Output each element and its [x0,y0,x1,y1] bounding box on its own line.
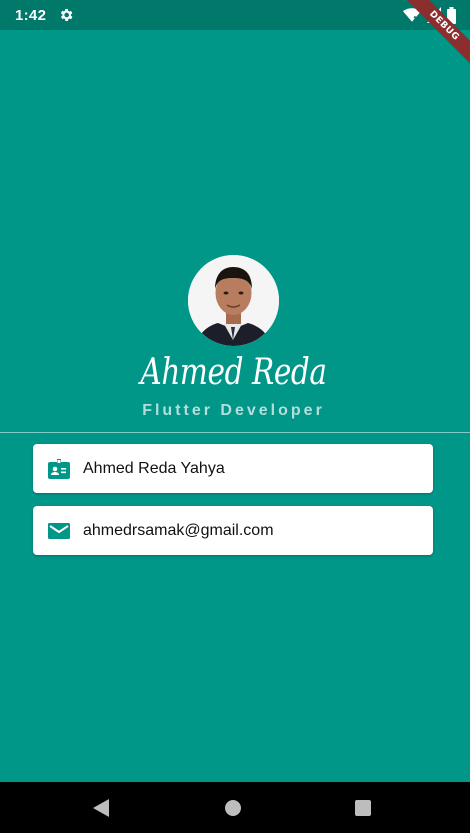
navigation-bar [0,782,470,833]
avatar [188,255,279,346]
back-icon[interactable] [92,798,110,818]
avatar-photo [188,255,279,346]
home-icon[interactable] [224,798,242,818]
profile-name: Ahmed Reda [140,352,327,393]
name-card[interactable]: Ahmed Reda Yahya [33,444,433,493]
contact-card-icon [48,459,70,479]
divider [0,432,470,433]
name-text: Ahmed Reda Yahya [83,460,225,477]
gear-icon [60,9,73,21]
recents-icon[interactable] [354,798,372,818]
email-card[interactable]: ahmedrsamak@gmail.com [33,506,433,555]
email-icon [48,523,70,539]
status-time: 1:42 [15,7,47,24]
email-text: ahmedrsamak@gmail.com [83,522,274,539]
profile-title: Flutter Developer [142,402,325,419]
status-bar: 1:42 [0,0,470,30]
